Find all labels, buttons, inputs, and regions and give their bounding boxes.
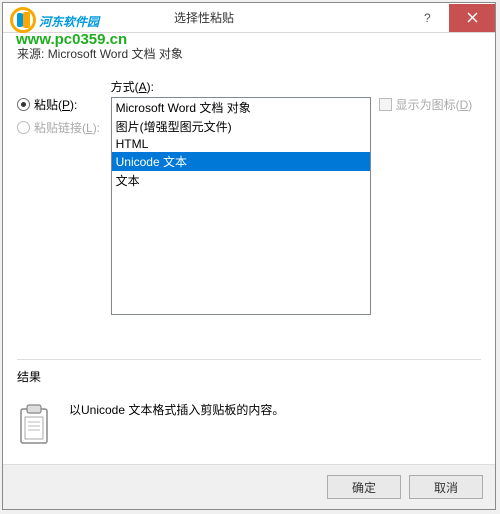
close-button[interactable] [449, 4, 495, 32]
checkbox-icon [379, 98, 392, 111]
cancel-button[interactable]: 取消 [409, 475, 483, 499]
divider [17, 359, 481, 360]
paste-radio-label: 粘贴(P): [34, 96, 77, 113]
source-row: 来源: Microsoft Word 文档 对象 [17, 45, 481, 62]
result-description: 以Unicode 文本格式插入剪贴板的内容。 [69, 397, 284, 450]
ok-button[interactable]: 确定 [327, 475, 401, 499]
radio-icon [17, 98, 30, 111]
list-item[interactable]: HTML [112, 136, 370, 152]
show-as-icon-label: 显示为图标(D) [396, 96, 473, 113]
dialog-title: 选择性粘贴 [3, 9, 405, 26]
titlebar: 选择性粘贴 ? [3, 3, 495, 33]
source-value: Microsoft Word 文档 对象 [48, 47, 183, 61]
show-as-icon-checkbox: 显示为图标(D) [379, 96, 481, 113]
radio-icon [17, 121, 30, 134]
list-item[interactable]: 图片(增强型图元文件) [112, 117, 370, 136]
dialog-footer: 确定 取消 [3, 464, 495, 509]
source-label: 来源: [17, 47, 44, 61]
help-button[interactable]: ? [405, 4, 449, 32]
format-listbox[interactable]: Microsoft Word 文档 对象 图片(增强型图元文件) HTML Un… [111, 97, 371, 315]
dialog-window: 选择性粘贴 ? 来源: Microsoft Word 文档 对象 粘贴(P): … [2, 2, 496, 510]
result-heading: 结果 [17, 368, 481, 385]
clipboard-icon [17, 397, 53, 450]
paste-link-radio: 粘贴链接(L): [17, 119, 103, 136]
method-label: 方式(A): [111, 78, 371, 95]
list-item[interactable]: Unicode 文本 [112, 152, 370, 171]
paste-link-radio-label: 粘贴链接(L): [34, 119, 100, 136]
list-item[interactable]: Microsoft Word 文档 对象 [112, 98, 370, 117]
svg-text:?: ? [424, 12, 431, 24]
paste-radio[interactable]: 粘贴(P): [17, 96, 103, 113]
list-item[interactable]: 文本 [112, 171, 370, 190]
